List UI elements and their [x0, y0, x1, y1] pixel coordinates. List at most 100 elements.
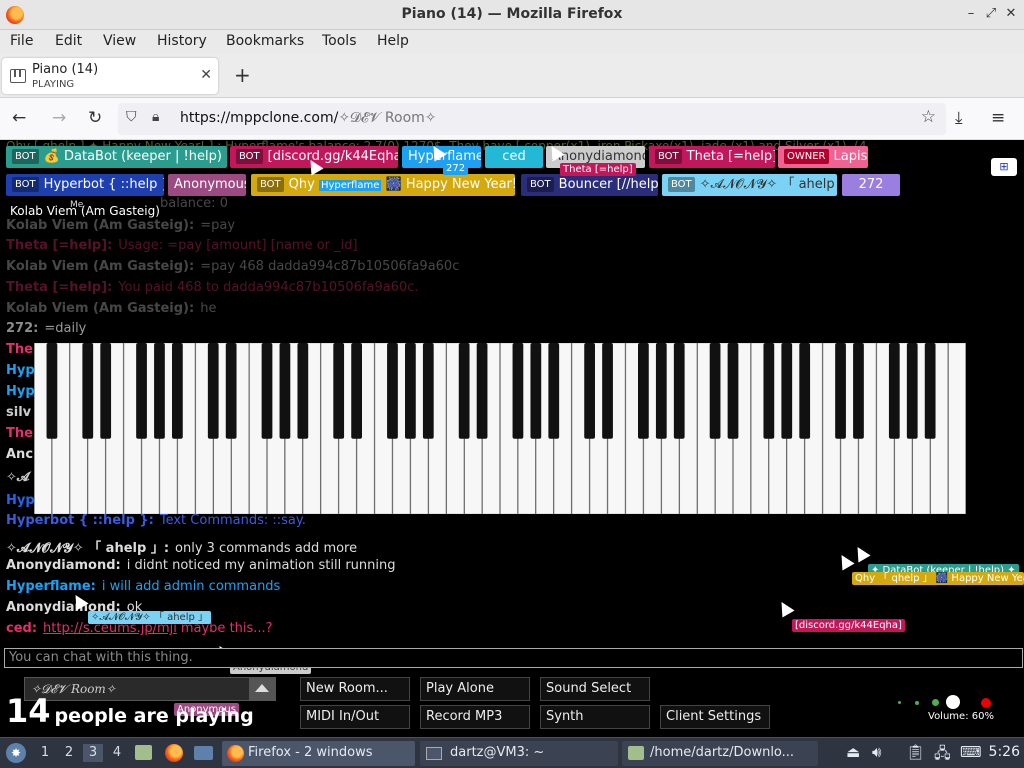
- workspace-3[interactable]: 3: [83, 744, 103, 762]
- workspace-2[interactable]: 2: [59, 744, 79, 762]
- new-tab-icon[interactable]: +: [234, 65, 251, 85]
- piano-black-key[interactable]: [781, 343, 793, 439]
- piano-black-key[interactable]: [673, 343, 685, 439]
- menu-view[interactable]: View: [103, 33, 136, 49]
- player-theta[interactable]: BOT Theta [=help]: [649, 146, 775, 168]
- piano-black-key[interactable]: [172, 343, 183, 439]
- volume-control[interactable]: Volume: 60%: [892, 693, 1012, 729]
- close-tab-icon[interactable]: ✕: [200, 67, 212, 83]
- window-titlebar[interactable]: Piano (14) — Mozilla Firefox – ⤢ ✕: [0, 0, 1024, 30]
- volume-icon[interactable]: 🔊︎: [872, 743, 881, 761]
- piano-black-key[interactable]: [297, 343, 309, 439]
- piano-black-key[interactable]: [405, 343, 416, 439]
- piano-black-key[interactable]: [853, 343, 864, 439]
- piano-black-key[interactable]: [530, 343, 542, 439]
- piano-black-key[interactable]: [333, 343, 345, 439]
- client-settings-button[interactable]: Client Settings: [660, 705, 770, 729]
- piano-black-key[interactable]: [584, 343, 595, 439]
- player-anony[interactable]: BOT ✧𝓐𝓝𝓞𝓝𝓨✧ 「 ahelp 」: [662, 174, 837, 196]
- piano-black-key[interactable]: [709, 343, 721, 439]
- menu-history[interactable]: History: [157, 33, 207, 49]
- new-room-button[interactable]: New Room...: [300, 677, 410, 701]
- player-qhy[interactable]: BOTQhy Hyperflame 🎆 Happy New Year! 」: [251, 174, 515, 196]
- piano-black-key[interactable]: [655, 343, 667, 439]
- piano-black-key[interactable]: [835, 343, 846, 439]
- player-bouncer[interactable]: BOT Bouncer [//help]: [521, 174, 658, 196]
- back-icon[interactable]: ←: [12, 108, 26, 128]
- menu-file[interactable]: File: [10, 33, 33, 49]
- piano-black-key[interactable]: [924, 343, 936, 439]
- maximize-icon[interactable]: ⤢: [983, 6, 999, 22]
- piano-black-key[interactable]: [799, 343, 811, 439]
- player-databot[interactable]: BOT 💰 DataBot (keeper | !help) 💰: [6, 146, 227, 168]
- piano-black-key[interactable]: [207, 343, 219, 439]
- menu-tools[interactable]: Tools: [322, 33, 357, 49]
- piano-black-key[interactable]: [548, 343, 560, 439]
- piano-black-key[interactable]: [476, 343, 488, 439]
- menu-help[interactable]: Help: [377, 33, 409, 49]
- taskbar-window-terminal[interactable]: dartz@VM3: ~: [420, 741, 618, 766]
- chat-input[interactable]: You can chat with this thing.: [4, 648, 1023, 668]
- piano-black-key[interactable]: [763, 343, 775, 439]
- lock-icon[interactable]: 🔒︎: [152, 109, 159, 125]
- reload-icon[interactable]: ↻: [88, 108, 102, 128]
- clipboard-icon[interactable]: 📋︎: [906, 743, 925, 761]
- network-icon[interactable]: 🖧: [934, 743, 951, 768]
- piano-black-key[interactable]: [351, 343, 362, 439]
- file-manager-icon[interactable]: [135, 745, 152, 760]
- taskbar-window-folder[interactable]: /home/dartz/Downlo...: [622, 741, 818, 766]
- piano-black-key[interactable]: [261, 343, 273, 439]
- downloads-icon[interactable]: ⤓: [955, 108, 963, 128]
- player-lapis[interactable]: OWNER Lapis: [778, 146, 868, 168]
- piano-black-key[interactable]: [82, 343, 94, 439]
- start-menu-icon[interactable]: ✸: [6, 743, 26, 763]
- terminal-launcher-icon[interactable]: [194, 746, 213, 760]
- player-ced[interactable]: ced: [485, 146, 543, 168]
- piano-black-key[interactable]: [387, 343, 398, 439]
- minimize-icon[interactable]: –: [963, 6, 979, 22]
- cursor-databot: [851, 543, 871, 563]
- menu-bookmarks[interactable]: Bookmarks: [226, 33, 304, 49]
- hamburger-menu-icon[interactable]: ≡: [991, 108, 1005, 128]
- sidebar-toggle-icon[interactable]: ⊞: [991, 158, 1017, 176]
- play-alone-button[interactable]: Play Alone: [420, 677, 530, 701]
- taskbar-window-firefox[interactable]: Firefox - 2 windows: [222, 741, 415, 766]
- midi-button[interactable]: MIDI In/Out: [300, 705, 410, 729]
- record-mp3-button[interactable]: Record MP3: [420, 705, 530, 729]
- forward-icon[interactable]: →: [52, 108, 66, 128]
- volume-knob[interactable]: [946, 695, 960, 709]
- lock-screen-icon[interactable]: ⏏: [846, 743, 860, 761]
- tab-piano[interactable]: Piano (14) PLAYING ✕: [2, 58, 218, 94]
- piano-black-key[interactable]: [512, 343, 524, 439]
- keyboard-icon[interactable]: ⌨: [960, 743, 982, 761]
- piano-black-key[interactable]: [906, 343, 918, 439]
- player-anonymous[interactable]: Anonymous: [168, 174, 246, 196]
- sound-select-button[interactable]: Sound Select: [540, 677, 650, 701]
- piano-black-key[interactable]: [888, 343, 900, 439]
- workspace-1[interactable]: 1: [35, 744, 55, 762]
- piano-black-key[interactable]: [279, 343, 291, 439]
- piano-black-key[interactable]: [154, 343, 165, 439]
- player-272[interactable]: 272: [842, 174, 900, 196]
- piano-white-key[interactable]: [948, 343, 966, 514]
- menu-edit[interactable]: Edit: [55, 33, 82, 49]
- player-hyperbot[interactable]: BOT Hyperbot { ::help }: [6, 174, 164, 196]
- piano-black-key[interactable]: [136, 343, 147, 439]
- piano-black-key[interactable]: [46, 343, 58, 439]
- synth-button[interactable]: Synth: [540, 705, 650, 729]
- piano-keyboard[interactable]: [34, 343, 966, 514]
- firefox-launcher-icon[interactable]: [165, 744, 183, 762]
- piano-black-key[interactable]: [638, 343, 649, 439]
- piano-black-key[interactable]: [727, 343, 739, 439]
- workspace-4[interactable]: 4: [107, 744, 127, 762]
- piano-black-key[interactable]: [225, 343, 237, 439]
- piano-black-key[interactable]: [458, 343, 470, 439]
- bookmark-star-icon[interactable]: ☆: [921, 107, 936, 127]
- shield-icon[interactable]: ⛉: [126, 109, 137, 125]
- close-window-icon[interactable]: ✕: [1003, 6, 1019, 22]
- piano-black-key[interactable]: [100, 343, 112, 439]
- piano-black-key[interactable]: [602, 343, 613, 439]
- piano-black-key[interactable]: [422, 343, 434, 439]
- url-text[interactable]: https://mppclone.com/✧𝓓𝓔𝓥 Room✧: [180, 110, 437, 126]
- url-bar[interactable]: ⛉ 🔒︎ https://mppclone.com/✧𝓓𝓔𝓥 Room✧ ☆: [118, 103, 946, 135]
